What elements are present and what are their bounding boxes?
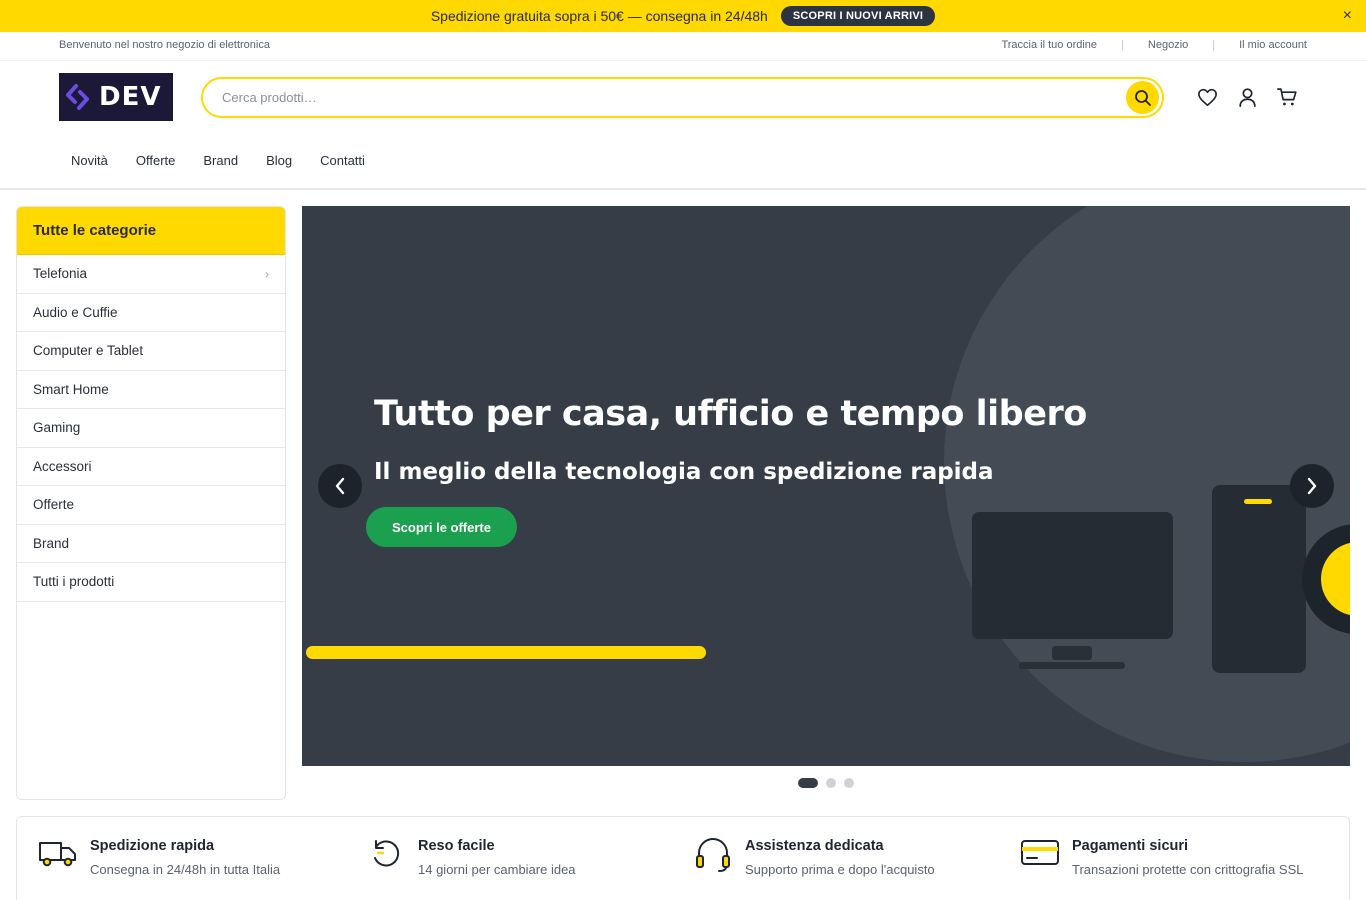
features-strip: Spedizione rapida Consegna in 24/48h in … (16, 816, 1350, 900)
category-item-audio[interactable]: Audio e Cuffie (17, 294, 285, 332)
category-label: Smart Home (33, 381, 109, 397)
slide-dot-1[interactable] (798, 778, 818, 788)
separator: | (1121, 39, 1124, 51)
category-list: Telefonia › Audio e Cuffie Computer e Tab… (17, 255, 285, 602)
pc-tower-illustration (1212, 485, 1306, 673)
search-input[interactable] (222, 90, 1102, 105)
close-icon[interactable]: × (1343, 7, 1352, 25)
category-label: Brand (33, 535, 70, 551)
search-bar (201, 77, 1164, 118)
hero-decor-bar (306, 646, 706, 659)
next-slide-button[interactable] (1290, 464, 1334, 508)
return-icon (365, 837, 407, 877)
category-item-brand[interactable]: Brand (17, 525, 285, 563)
truck-icon (37, 837, 79, 877)
nav-item-contatti[interactable]: Contatti (308, 150, 377, 171)
search-icon (1134, 89, 1151, 106)
categories-panel: Tutte le categorie Telefonia › Audio e Cu… (16, 206, 286, 800)
divider (0, 188, 1366, 190)
account-button[interactable] (1237, 84, 1258, 110)
utility-links: Traccia il tuo ordine | Negozio | Il mio… (1001, 39, 1307, 51)
nav-item-novita[interactable]: Novità (59, 150, 120, 171)
category-label: Telefonia (33, 266, 88, 282)
logo[interactable]: DEV (59, 73, 173, 121)
category-label: Offerte (33, 497, 75, 513)
main-nav: Novità Offerte Brand Blog Contatti (59, 150, 381, 171)
utility-bar: Benvenuto nel nostro negozio di elettron… (0, 32, 1366, 61)
chevron-left-icon (335, 477, 345, 495)
slide-dot-2[interactable] (826, 778, 836, 788)
category-item-gaming[interactable]: Gaming (17, 409, 285, 448)
category-item-telefonia[interactable]: Telefonia › (17, 255, 285, 294)
category-item-computer[interactable]: Computer e Tablet (17, 332, 285, 371)
chevron-right-icon (1307, 477, 1317, 495)
hero-slider: Tutto per casa, ufficio e tempo libero I… (302, 206, 1350, 766)
monitor-stand (1052, 646, 1092, 660)
cart-icon (1277, 88, 1297, 106)
category-label: Accessori (33, 458, 92, 474)
feature-text: Supporto prima e dopo l'acquisto (745, 862, 935, 877)
feature-text: Consegna in 24/48h in tutta Italia (90, 862, 281, 877)
nav-item-blog[interactable]: Blog (254, 150, 304, 171)
category-item-all-products[interactable]: Tutti i prodotti (17, 563, 285, 602)
chevron-right-icon: › (265, 266, 269, 281)
nav-item-brand[interactable]: Brand (191, 150, 250, 171)
categories-title: Tutte le categorie (17, 207, 285, 255)
category-label: Computer e Tablet (33, 343, 144, 359)
category-item-accessori[interactable]: Accessori (17, 448, 285, 486)
hero-subtitle: Il meglio della tecnologia con spedizion… (374, 459, 994, 485)
feature-support: Assistenza dedicata Supporto prima e dop… (692, 837, 935, 877)
shop-link[interactable]: Negozio (1148, 39, 1188, 51)
category-label: Audio e Cuffie (33, 304, 118, 320)
welcome-text: Benvenuto nel nostro negozio di elettron… (59, 39, 270, 51)
feature-payments: Pagamenti sicuri Transazioni protette co… (1019, 837, 1303, 877)
discover-offers-button[interactable]: Scopri le offerte (366, 507, 517, 547)
tower-led (1244, 499, 1272, 504)
headset-icon (692, 837, 734, 877)
feature-shipping: Spedizione rapida Consegna in 24/48h in … (37, 837, 280, 877)
feature-title: Pagamenti sicuri (1072, 838, 1189, 854)
feature-text: Transazioni protette con crittografia SS… (1072, 862, 1304, 877)
logo-text: DEV (99, 82, 162, 112)
hero-title: Tutto per casa, ufficio e tempo libero (374, 394, 1087, 434)
feature-title: Reso facile (418, 838, 495, 854)
nav-item-offerte[interactable]: Offerte (124, 150, 188, 171)
user-icon (1239, 88, 1256, 107)
feature-title: Assistenza dedicata (745, 838, 884, 854)
credit-card-icon (1019, 837, 1061, 877)
logo-mark-icon (66, 84, 89, 110)
new-arrivals-button[interactable]: SCOPRI I NUOVI ARRIVI (780, 6, 936, 26)
slider-pagination (798, 778, 854, 788)
promo-text: Spedizione gratuita sopra i 50€ — conseg… (430, 8, 768, 24)
cart-button[interactable] (1277, 84, 1298, 110)
wishlist-button[interactable] (1197, 84, 1218, 110)
feature-returns: Reso facile 14 giorni per cambiare idea (365, 837, 576, 877)
header-actions (1197, 84, 1298, 110)
speaker-core (1321, 542, 1350, 616)
category-item-smart-home[interactable]: Smart Home (17, 371, 285, 409)
promo-bar: Spedizione gratuita sopra i 50€ — conseg… (0, 0, 1366, 32)
search-button[interactable] (1126, 81, 1159, 114)
heart-icon (1198, 88, 1217, 106)
monitor-base (1019, 662, 1125, 669)
feature-title: Spedizione rapida (90, 838, 215, 854)
separator: | (1212, 39, 1216, 51)
feature-text: 14 giorni per cambiare idea (418, 862, 576, 877)
monitor-illustration (972, 512, 1173, 639)
category-label: Gaming (33, 420, 81, 436)
track-order-link[interactable]: Traccia il tuo ordine (1001, 39, 1097, 51)
category-label: Tutti i prodotti (33, 574, 115, 590)
slide-dot-3[interactable] (844, 778, 854, 788)
category-item-offerte[interactable]: Offerte (17, 486, 285, 525)
previous-slide-button[interactable] (318, 464, 362, 508)
my-account-link[interactable]: Il mio account (1239, 39, 1307, 51)
